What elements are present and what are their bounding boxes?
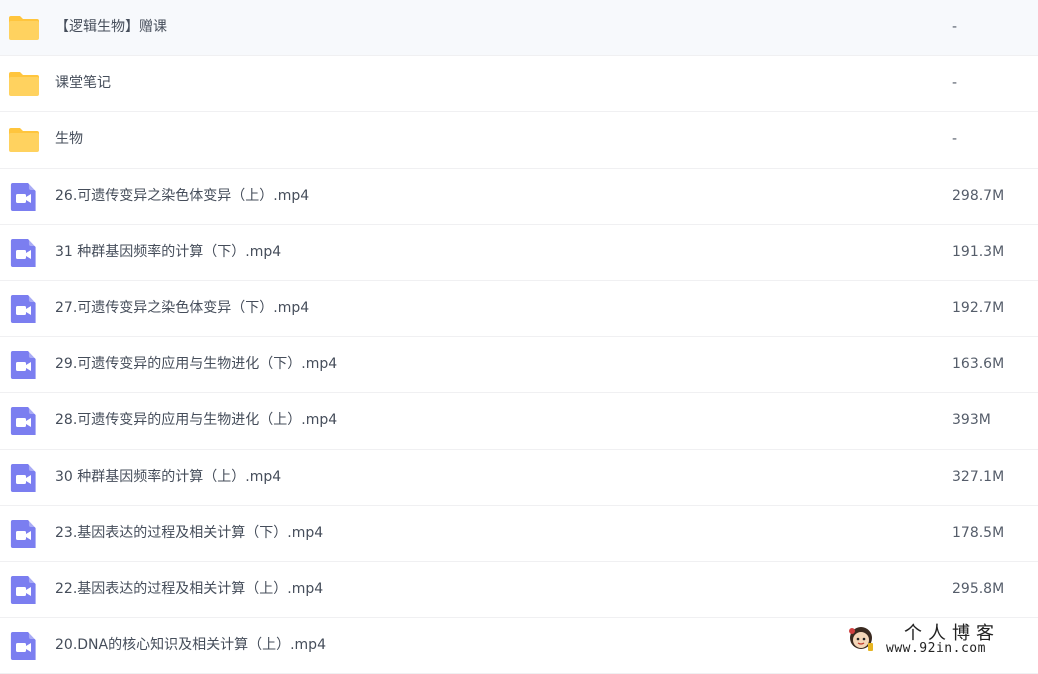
file-name[interactable]: 22.基因表达的过程及相关计算（上）.mp4	[55, 562, 323, 617]
file-size: -	[952, 131, 958, 148]
watermark: 个人博客 www.92in.com	[842, 619, 1032, 659]
file-size: 327.1M	[952, 468, 1005, 485]
video-file-icon	[10, 632, 36, 661]
file-name[interactable]: 31 种群基因频率的计算（下）.mp4	[55, 225, 281, 280]
folder-row[interactable]: 【逻辑生物】赠课 -	[0, 0, 1038, 57]
watermark-url: www.92in.com	[886, 641, 986, 656]
file-name[interactable]: 26.可遗传变异之染色体变异（上）.mp4	[55, 169, 309, 224]
file-row[interactable]: 27.可遗传变异之染色体变异（下）.mp4 192.7M	[0, 281, 1038, 338]
video-file-icon	[10, 407, 36, 436]
file-list: 【逻辑生物】赠课 - 课堂笔记 - 生物 - 26.可遗传变异之染色体变异（上）.mp…	[0, 0, 1038, 674]
avatar-icon	[849, 627, 873, 651]
file-name[interactable]: 生物	[55, 112, 83, 167]
file-row[interactable]: 23.基因表达的过程及相关计算（下）.mp4 178.5M	[0, 506, 1038, 562]
file-size: 192.7M	[952, 299, 1005, 316]
file-size: -	[952, 75, 958, 92]
file-row[interactable]: 31 种群基因频率的计算（下）.mp4 191.3M	[0, 225, 1038, 281]
file-size: 295.8M	[952, 580, 1005, 597]
file-row[interactable]: 28.可遗传变异的应用与生物进化（上）.mp4 393M	[0, 393, 1038, 450]
file-name[interactable]: 28.可遗传变异的应用与生物进化（上）.mp4	[55, 393, 337, 448]
file-name[interactable]: 课堂笔记	[55, 56, 111, 111]
file-name[interactable]: 29.可遗传变异的应用与生物进化（下）.mp4	[55, 337, 337, 392]
video-file-icon	[10, 182, 36, 211]
file-size: 298.7M	[952, 187, 1005, 204]
video-file-icon	[10, 463, 36, 492]
file-size: -	[952, 19, 958, 35]
file-row[interactable]: 26.可遗传变异之染色体变异（上）.mp4 298.7M	[0, 169, 1038, 225]
file-name[interactable]: 20.DNA的核心知识及相关计算（上）.mp4	[55, 618, 326, 673]
file-size: 163.6M	[952, 356, 1005, 373]
file-row[interactable]: 22.基因表达的过程及相关计算（上）.mp4 295.8M	[0, 562, 1038, 619]
video-file-icon	[10, 519, 36, 548]
folder-icon	[9, 16, 39, 40]
file-name[interactable]: 30 种群基因频率的计算（上）.mp4	[55, 450, 281, 505]
folder-icon	[9, 128, 39, 153]
video-file-icon	[10, 238, 36, 267]
file-name[interactable]: 23.基因表达的过程及相关计算（下）.mp4	[55, 506, 323, 561]
video-file-icon	[10, 294, 36, 323]
folder-icon	[9, 72, 39, 97]
file-row[interactable]: 29.可遗传变异的应用与生物进化（下）.mp4 163.6M	[0, 337, 1038, 394]
file-size: 191.3M	[952, 243, 1005, 260]
file-row[interactable]: 30 种群基因频率的计算（上）.mp4 327.1M	[0, 450, 1038, 506]
folder-row[interactable]: 生物 -	[0, 112, 1038, 169]
video-file-icon	[10, 575, 36, 604]
file-name[interactable]: 27.可遗传变异之染色体变异（下）.mp4	[55, 281, 309, 336]
file-size: 393M	[952, 412, 991, 429]
file-size: 178.5M	[952, 524, 1005, 541]
video-file-icon	[10, 351, 36, 380]
file-name[interactable]: 【逻辑生物】赠课	[55, 0, 167, 55]
folder-row[interactable]: 课堂笔记 -	[0, 56, 1038, 113]
